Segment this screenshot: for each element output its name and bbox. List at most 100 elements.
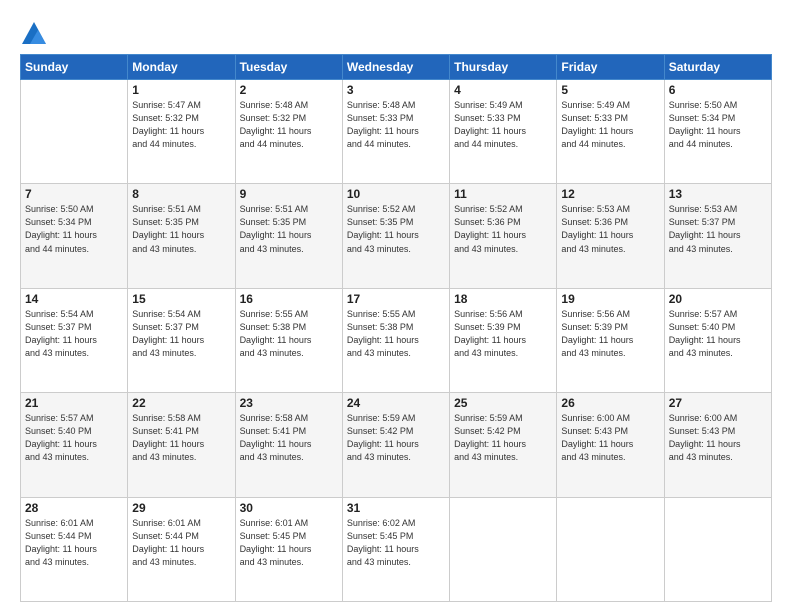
week-row-2: 7 Sunrise: 5:50 AMSunset: 5:34 PMDaylight… [21, 184, 772, 288]
calendar-header-row: SundayMondayTuesdayWednesdayThursdayFrid… [21, 55, 772, 80]
day-info: Sunrise: 5:59 AMSunset: 5:42 PMDaylight:… [454, 412, 552, 464]
day-info: Sunrise: 5:55 AMSunset: 5:38 PMDaylight:… [240, 308, 338, 360]
calendar-cell: 3 Sunrise: 5:48 AMSunset: 5:33 PMDaylight… [342, 80, 449, 184]
day-number: 1 [132, 83, 230, 97]
day-number: 26 [561, 396, 659, 410]
column-header-sunday: Sunday [21, 55, 128, 80]
day-info: Sunrise: 5:55 AMSunset: 5:38 PMDaylight:… [347, 308, 445, 360]
day-info: Sunrise: 5:53 AMSunset: 5:36 PMDaylight:… [561, 203, 659, 255]
day-number: 11 [454, 187, 552, 201]
day-number: 9 [240, 187, 338, 201]
day-info: Sunrise: 5:56 AMSunset: 5:39 PMDaylight:… [561, 308, 659, 360]
day-number: 5 [561, 83, 659, 97]
logo [20, 20, 51, 48]
calendar-cell: 7 Sunrise: 5:50 AMSunset: 5:34 PMDaylight… [21, 184, 128, 288]
calendar-cell [664, 497, 771, 601]
day-number: 20 [669, 292, 767, 306]
day-number: 14 [25, 292, 123, 306]
calendar-cell [450, 497, 557, 601]
day-info: Sunrise: 5:58 AMSunset: 5:41 PMDaylight:… [240, 412, 338, 464]
column-header-tuesday: Tuesday [235, 55, 342, 80]
calendar-cell: 24 Sunrise: 5:59 AMSunset: 5:42 PMDayligh… [342, 393, 449, 497]
calendar-cell: 2 Sunrise: 5:48 AMSunset: 5:32 PMDaylight… [235, 80, 342, 184]
day-info: Sunrise: 5:53 AMSunset: 5:37 PMDaylight:… [669, 203, 767, 255]
day-number: 18 [454, 292, 552, 306]
calendar-cell: 19Sunrise: 5:56 AMSunset: 5:39 PMDayligh… [557, 288, 664, 392]
calendar-cell: 15Sunrise: 5:54 AMSunset: 5:37 PMDayligh… [128, 288, 235, 392]
day-info: Sunrise: 5:49 AMSunset: 5:33 PMDaylight:… [561, 99, 659, 151]
day-info: Sunrise: 5:57 AMSunset: 5:40 PMDaylight:… [25, 412, 123, 464]
day-info: Sunrise: 5:49 AMSunset: 5:33 PMDaylight:… [454, 99, 552, 151]
calendar-cell: 20Sunrise: 5:57 AMSunset: 5:40 PMDayligh… [664, 288, 771, 392]
calendar-cell: 26 Sunrise: 6:00 AMSunset: 5:43 PMDayligh… [557, 393, 664, 497]
day-number: 28 [25, 501, 123, 515]
calendar-cell: 9 Sunrise: 5:51 AMSunset: 5:35 PMDaylight… [235, 184, 342, 288]
calendar-cell: 10 Sunrise: 5:52 AMSunset: 5:35 PMDayligh… [342, 184, 449, 288]
calendar-cell: 18 Sunrise: 5:56 AMSunset: 5:39 PMDayligh… [450, 288, 557, 392]
day-number: 25 [454, 396, 552, 410]
calendar-table: SundayMondayTuesdayWednesdayThursdayFrid… [20, 54, 772, 602]
week-row-3: 14 Sunrise: 5:54 AMSunset: 5:37 PMDayligh… [21, 288, 772, 392]
day-number: 30 [240, 501, 338, 515]
week-row-1: 1 Sunrise: 5:47 AMSunset: 5:32 PMDaylight… [21, 80, 772, 184]
day-info: Sunrise: 5:54 AMSunset: 5:37 PMDaylight:… [25, 308, 123, 360]
calendar-cell: 6 Sunrise: 5:50 AMSunset: 5:34 PMDaylight… [664, 80, 771, 184]
page: SundayMondayTuesdayWednesdayThursdayFrid… [0, 0, 792, 612]
day-info: Sunrise: 5:59 AMSunset: 5:42 PMDaylight:… [347, 412, 445, 464]
column-header-thursday: Thursday [450, 55, 557, 80]
day-number: 8 [132, 187, 230, 201]
calendar-cell: 8 Sunrise: 5:51 AMSunset: 5:35 PMDaylight… [128, 184, 235, 288]
day-number: 2 [240, 83, 338, 97]
column-header-saturday: Saturday [664, 55, 771, 80]
calendar-cell: 22 Sunrise: 5:58 AMSunset: 5:41 PMDayligh… [128, 393, 235, 497]
day-number: 22 [132, 396, 230, 410]
day-info: Sunrise: 5:48 AMSunset: 5:32 PMDaylight:… [240, 99, 338, 151]
day-info: Sunrise: 5:54 AMSunset: 5:37 PMDaylight:… [132, 308, 230, 360]
calendar-cell [557, 497, 664, 601]
day-info: Sunrise: 6:01 AMSunset: 5:44 PMDaylight:… [132, 517, 230, 569]
calendar-cell: 31 Sunrise: 6:02 AMSunset: 5:45 PMDayligh… [342, 497, 449, 601]
calendar-cell: 21Sunrise: 5:57 AMSunset: 5:40 PMDayligh… [21, 393, 128, 497]
day-info: Sunrise: 6:00 AMSunset: 5:43 PMDaylight:… [561, 412, 659, 464]
calendar-cell: 17 Sunrise: 5:55 AMSunset: 5:38 PMDayligh… [342, 288, 449, 392]
day-number: 12 [561, 187, 659, 201]
day-info: Sunrise: 6:02 AMSunset: 5:45 PMDaylight:… [347, 517, 445, 569]
calendar-cell: 11 Sunrise: 5:52 AMSunset: 5:36 PMDayligh… [450, 184, 557, 288]
calendar-cell: 1 Sunrise: 5:47 AMSunset: 5:32 PMDaylight… [128, 80, 235, 184]
day-info: Sunrise: 5:48 AMSunset: 5:33 PMDaylight:… [347, 99, 445, 151]
calendar-cell: 25 Sunrise: 5:59 AMSunset: 5:42 PMDayligh… [450, 393, 557, 497]
day-number: 10 [347, 187, 445, 201]
day-info: Sunrise: 5:58 AMSunset: 5:41 PMDaylight:… [132, 412, 230, 464]
day-info: Sunrise: 5:56 AMSunset: 5:39 PMDaylight:… [454, 308, 552, 360]
day-info: Sunrise: 5:52 AMSunset: 5:35 PMDaylight:… [347, 203, 445, 255]
calendar-cell [21, 80, 128, 184]
day-info: Sunrise: 5:52 AMSunset: 5:36 PMDaylight:… [454, 203, 552, 255]
day-info: Sunrise: 5:50 AMSunset: 5:34 PMDaylight:… [669, 99, 767, 151]
column-header-monday: Monday [128, 55, 235, 80]
day-info: Sunrise: 5:50 AMSunset: 5:34 PMDaylight:… [25, 203, 123, 255]
column-header-friday: Friday [557, 55, 664, 80]
day-info: Sunrise: 5:51 AMSunset: 5:35 PMDaylight:… [132, 203, 230, 255]
day-info: Sunrise: 5:47 AMSunset: 5:32 PMDaylight:… [132, 99, 230, 151]
day-info: Sunrise: 6:00 AMSunset: 5:43 PMDaylight:… [669, 412, 767, 464]
calendar-cell: 5 Sunrise: 5:49 AMSunset: 5:33 PMDaylight… [557, 80, 664, 184]
day-number: 7 [25, 187, 123, 201]
day-info: Sunrise: 5:51 AMSunset: 5:35 PMDaylight:… [240, 203, 338, 255]
day-info: Sunrise: 6:01 AMSunset: 5:45 PMDaylight:… [240, 517, 338, 569]
calendar-cell: 23 Sunrise: 5:58 AMSunset: 5:41 PMDayligh… [235, 393, 342, 497]
logo-icon [20, 20, 48, 48]
day-number: 24 [347, 396, 445, 410]
calendar-cell: 14 Sunrise: 5:54 AMSunset: 5:37 PMDayligh… [21, 288, 128, 392]
day-number: 16 [240, 292, 338, 306]
day-number: 6 [669, 83, 767, 97]
day-number: 17 [347, 292, 445, 306]
day-number: 29 [132, 501, 230, 515]
day-number: 3 [347, 83, 445, 97]
calendar-cell: 30 Sunrise: 6:01 AMSunset: 5:45 PMDayligh… [235, 497, 342, 601]
day-number: 31 [347, 501, 445, 515]
day-number: 13 [669, 187, 767, 201]
day-number: 23 [240, 396, 338, 410]
header [20, 16, 772, 48]
week-row-4: 21Sunrise: 5:57 AMSunset: 5:40 PMDayligh… [21, 393, 772, 497]
calendar-cell: 27Sunrise: 6:00 AMSunset: 5:43 PMDayligh… [664, 393, 771, 497]
